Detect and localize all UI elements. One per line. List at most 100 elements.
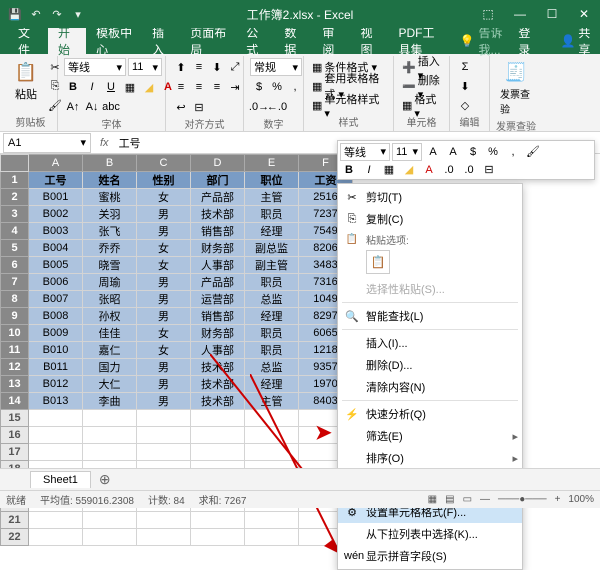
header-cell[interactable]: 工号 xyxy=(29,172,83,189)
merge-icon[interactable]: ⊟ xyxy=(190,98,208,116)
cell[interactable]: 经理 xyxy=(245,376,299,393)
row-header[interactable]: 4 xyxy=(1,223,29,240)
cell[interactable]: 嘉仁 xyxy=(83,342,137,359)
number-format-combo[interactable]: 常规▾ xyxy=(250,58,302,76)
increase-decimal-icon[interactable]: .0→ xyxy=(250,98,268,116)
row-header[interactable]: 12 xyxy=(1,359,29,376)
cell[interactable]: 总监 xyxy=(245,359,299,376)
cell[interactable] xyxy=(245,444,299,461)
mini-currency-icon[interactable]: $ xyxy=(464,143,482,161)
cell[interactable] xyxy=(83,512,137,529)
currency-icon[interactable]: $ xyxy=(250,78,268,96)
cell[interactable]: 男 xyxy=(137,393,191,410)
cell[interactable]: 蜜桃 xyxy=(83,189,137,206)
maximize-icon[interactable]: ☐ xyxy=(536,0,568,28)
cell[interactable]: 男 xyxy=(137,291,191,308)
cell[interactable] xyxy=(29,529,83,546)
fill-color-button[interactable]: ◢ xyxy=(140,78,158,96)
font-name-combo[interactable]: 等线▾ xyxy=(64,58,126,76)
tab-pdf[interactable]: PDF工具集 xyxy=(388,28,453,54)
cell[interactable] xyxy=(137,512,191,529)
share-button[interactable]: 👤共享 xyxy=(552,24,600,58)
minimize-icon[interactable]: — xyxy=(504,0,536,28)
row-header[interactable]: 6 xyxy=(1,257,29,274)
cell[interactable]: 女 xyxy=(137,240,191,257)
cell[interactable]: B003 xyxy=(29,223,83,240)
mini-decimal-inc-icon[interactable]: .0 xyxy=(440,161,458,179)
row-header[interactable]: 15 xyxy=(1,410,29,427)
cell[interactable]: 经理 xyxy=(245,223,299,240)
cell[interactable]: 晓雪 xyxy=(83,257,137,274)
cell[interactable]: 销售部 xyxy=(191,308,245,325)
ctx-clear[interactable]: 清除内容(N) xyxy=(338,376,522,398)
cell[interactable]: B006 xyxy=(29,274,83,291)
ctx-phonetic[interactable]: wén显示拼音字段(S) xyxy=(338,545,522,567)
select-all-corner[interactable] xyxy=(1,155,29,172)
tab-layout[interactable]: 页面布局 xyxy=(180,28,236,54)
cell[interactable]: B004 xyxy=(29,240,83,257)
zoom-in-icon[interactable]: + xyxy=(555,494,561,505)
tab-home[interactable]: 开始 xyxy=(48,28,86,54)
format-cells-button[interactable]: ▦格式 ▾ xyxy=(400,96,443,114)
cell[interactable]: 关羽 xyxy=(83,206,137,223)
cell[interactable]: 国力 xyxy=(83,359,137,376)
orientation-icon[interactable]: ⤢ xyxy=(226,58,244,76)
mini-size-combo[interactable]: 11▾ xyxy=(392,143,422,161)
view-layout-icon[interactable]: ▤ xyxy=(445,494,454,505)
cell[interactable]: 男 xyxy=(137,308,191,325)
header-cell[interactable]: 职位 xyxy=(245,172,299,189)
mini-italic-button[interactable]: I xyxy=(360,161,378,179)
col-header[interactable]: D xyxy=(191,155,245,172)
qat-more-icon[interactable]: ▾ xyxy=(69,5,87,23)
cell[interactable]: 主管 xyxy=(245,189,299,206)
cell[interactable]: 李曲 xyxy=(83,393,137,410)
cell[interactable] xyxy=(137,529,191,546)
cell[interactable]: 主管 xyxy=(245,393,299,410)
cell[interactable]: 男 xyxy=(137,206,191,223)
cell[interactable] xyxy=(83,444,137,461)
header-cell[interactable]: 姓名 xyxy=(83,172,137,189)
ctx-dropdown-pick[interactable]: 从下拉列表中选择(K)... xyxy=(338,523,522,545)
mini-comma-icon[interactable]: , xyxy=(504,143,522,161)
tab-template[interactable]: 模板中心 xyxy=(86,28,142,54)
cell[interactable] xyxy=(29,410,83,427)
cell[interactable]: 产品部 xyxy=(191,189,245,206)
decrease-decimal-icon[interactable]: ←.0 xyxy=(268,98,286,116)
cell[interactable]: 女 xyxy=(137,342,191,359)
invoice-button[interactable]: 🧾 发票查验 xyxy=(496,58,536,118)
cell[interactable]: 财务部 xyxy=(191,325,245,342)
tab-formula[interactable]: 公式 xyxy=(236,28,274,54)
align-right-icon[interactable]: ≡ xyxy=(208,78,226,96)
cell[interactable]: B009 xyxy=(29,325,83,342)
mini-border-icon[interactable]: ▦ xyxy=(380,161,398,179)
cell[interactable]: 女 xyxy=(137,189,191,206)
mini-increase-font-icon[interactable]: A xyxy=(424,143,442,161)
cell[interactable]: B013 xyxy=(29,393,83,410)
cell[interactable]: 职员 xyxy=(245,325,299,342)
row-header[interactable]: 10 xyxy=(1,325,29,342)
tab-file[interactable]: 文件 xyxy=(8,28,46,54)
cell[interactable]: B011 xyxy=(29,359,83,376)
row-header[interactable]: 13 xyxy=(1,376,29,393)
cell[interactable] xyxy=(245,410,299,427)
row-header[interactable]: 14 xyxy=(1,393,29,410)
cell[interactable] xyxy=(29,427,83,444)
row-header[interactable]: 22 xyxy=(1,529,29,546)
underline-button[interactable]: U xyxy=(102,78,120,96)
cell[interactable]: 运营部 xyxy=(191,291,245,308)
ctx-cut[interactable]: ✂剪切(T) xyxy=(338,186,522,208)
autosum-icon[interactable]: Σ xyxy=(456,58,474,76)
cell[interactable]: 男 xyxy=(137,359,191,376)
align-center-icon[interactable]: ≡ xyxy=(190,78,208,96)
cell[interactable] xyxy=(137,427,191,444)
cell[interactable]: 职员 xyxy=(245,274,299,291)
cell[interactable]: 张飞 xyxy=(83,223,137,240)
cell[interactable] xyxy=(191,512,245,529)
cell[interactable]: 男 xyxy=(137,376,191,393)
cell[interactable] xyxy=(245,529,299,546)
cell[interactable]: B002 xyxy=(29,206,83,223)
redo-icon[interactable]: ↷ xyxy=(48,5,66,23)
row-header[interactable]: 9 xyxy=(1,308,29,325)
tell-me[interactable]: 💡 告诉我... xyxy=(460,24,509,58)
ctx-filter[interactable]: 筛选(E)▸ xyxy=(338,425,522,447)
